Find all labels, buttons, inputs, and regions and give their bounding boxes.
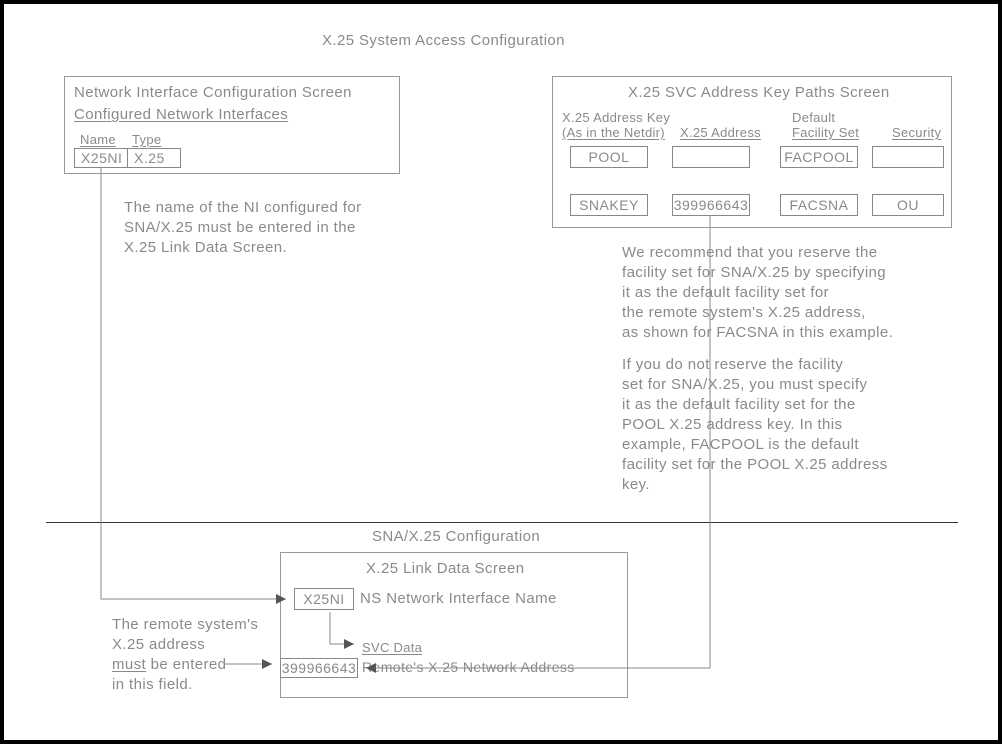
connectors (4, 4, 1002, 748)
diagram-page: X.25 System Access Configuration Network… (0, 0, 1002, 744)
